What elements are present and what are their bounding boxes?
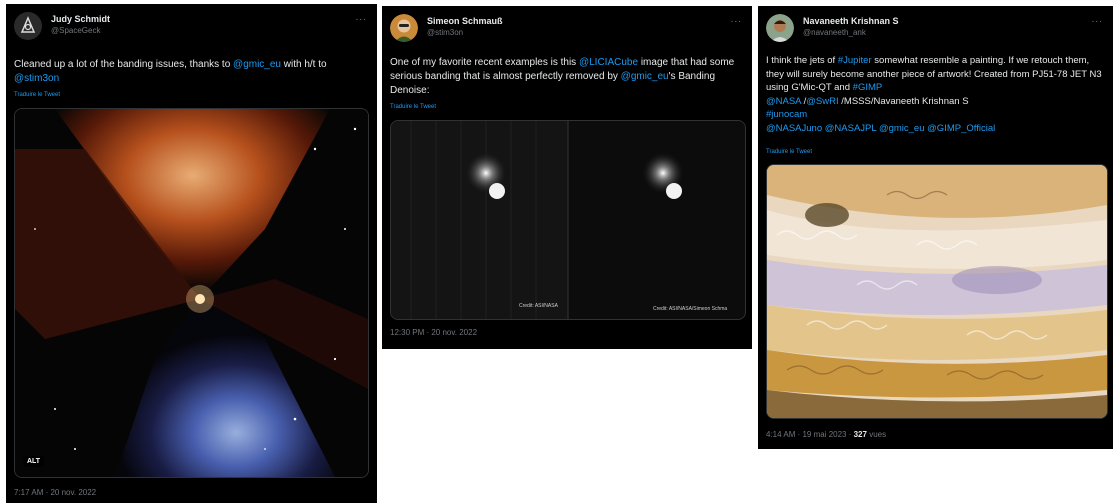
- tweet-image[interactable]: Credit: ASI/NASA Credit: ASI/NASA/Simeon…: [390, 120, 746, 320]
- mention-link[interactable]: @NASA: [766, 96, 801, 107]
- avatar[interactable]: [14, 12, 42, 40]
- avatar-image: [390, 14, 418, 42]
- user-handle[interactable]: @navaneeth_ank: [803, 28, 866, 37]
- mention-link[interactable]: @gmic_eu: [621, 71, 669, 82]
- tweet-timestamp[interactable]: 7:17 AM · 20 nov. 2022: [14, 488, 96, 497]
- mention-link[interactable]: @gmic_eu: [879, 123, 925, 134]
- user-name[interactable]: Simeon Schmauß: [427, 16, 503, 26]
- nebula-image: [15, 109, 368, 477]
- tweet-image[interactable]: [766, 164, 1108, 419]
- tweet-judy-schmidt[interactable]: Judy Schmidt @SpaceGeck ... Cleaned up a…: [6, 4, 377, 503]
- hashtag-link[interactable]: #Jupiter: [838, 55, 872, 66]
- mention-link[interactable]: @NASAJuno: [766, 123, 822, 134]
- avatar[interactable]: [390, 14, 418, 42]
- translate-link[interactable]: Traduire le Tweet: [14, 92, 60, 98]
- mention-link[interactable]: @GIMP_Official: [927, 123, 995, 134]
- tweet-header: Judy Schmidt @SpaceGeck ...: [14, 12, 369, 48]
- tweet-image[interactable]: ALT: [14, 108, 369, 478]
- tweet-header: Simeon Schmauß @stim3on ...: [390, 14, 744, 50]
- jupiter-painting-image: [767, 165, 1107, 418]
- mention-link[interactable]: @gmic_eu: [233, 59, 281, 70]
- mention-link[interactable]: @stim3on: [14, 73, 59, 84]
- hashtag-link[interactable]: #junocam: [766, 109, 807, 120]
- timestamp-text: 4:14 AM · 19 mai 2023 ·: [766, 430, 854, 439]
- tweet-timestamp[interactable]: 4:14 AM · 19 mai 2023 · 327 vues: [766, 430, 886, 439]
- tweet-text-part: /MSSS/Navaneeth Krishnan S: [838, 95, 969, 107]
- more-options-icon[interactable]: ...: [1092, 14, 1103, 25]
- tweet-simeon-schmauss[interactable]: Simeon Schmauß @stim3on ... One of my fa…: [382, 6, 752, 349]
- comparison-image: [391, 121, 745, 319]
- image-credit: Credit: ASI/NASA/Simeon Schma: [653, 306, 728, 312]
- tweet-navaneeth-krishnan[interactable]: Navaneeth Krishnan S @navaneeth_ank ... …: [758, 6, 1113, 449]
- mention-link[interactable]: @NASAJPL: [825, 123, 877, 134]
- avatar[interactable]: [766, 14, 794, 42]
- tweet-header: Navaneeth Krishnan S @navaneeth_ank ...: [766, 14, 1105, 50]
- mention-link[interactable]: @SwRI: [806, 96, 838, 107]
- more-options-icon[interactable]: ...: [731, 14, 742, 25]
- tweet-text: I think the jets of #Jupiter somewhat re…: [766, 54, 1105, 135]
- tweet-text-part: I think the jets of: [766, 55, 838, 66]
- views-label: vues: [866, 430, 887, 439]
- views-count: 327: [853, 430, 867, 439]
- mention-link[interactable]: @LICIACube: [579, 57, 638, 68]
- alt-badge[interactable]: ALT: [23, 456, 45, 467]
- user-handle[interactable]: @stim3on: [427, 28, 463, 37]
- more-options-icon[interactable]: ...: [356, 12, 367, 23]
- user-handle[interactable]: @SpaceGeck: [51, 26, 100, 35]
- translate-link[interactable]: Traduire le Tweet: [766, 149, 812, 155]
- tweet-text: One of my favorite recent examples is th…: [390, 56, 744, 98]
- tweet-text-part: Cleaned up a lot of the banding issues, …: [14, 59, 234, 70]
- hashtag-link[interactable]: #GIMP: [853, 82, 883, 93]
- translate-link[interactable]: Traduire le Tweet: [390, 104, 436, 110]
- user-name[interactable]: Judy Schmidt: [51, 14, 110, 24]
- tweet-timestamp[interactable]: 12:30 PM · 20 nov. 2022: [390, 328, 477, 337]
- tweet-text: Cleaned up a lot of the banding issues, …: [14, 58, 369, 86]
- user-name[interactable]: Navaneeth Krishnan S: [803, 16, 899, 26]
- tweet-text-part: with h/t to: [281, 59, 327, 70]
- tweet-text-part: One of my favorite recent examples is th…: [390, 57, 579, 68]
- avatar-image: [766, 14, 794, 42]
- logo-icon: [14, 12, 42, 40]
- image-credit: Credit: ASI/NASA: [519, 303, 558, 309]
